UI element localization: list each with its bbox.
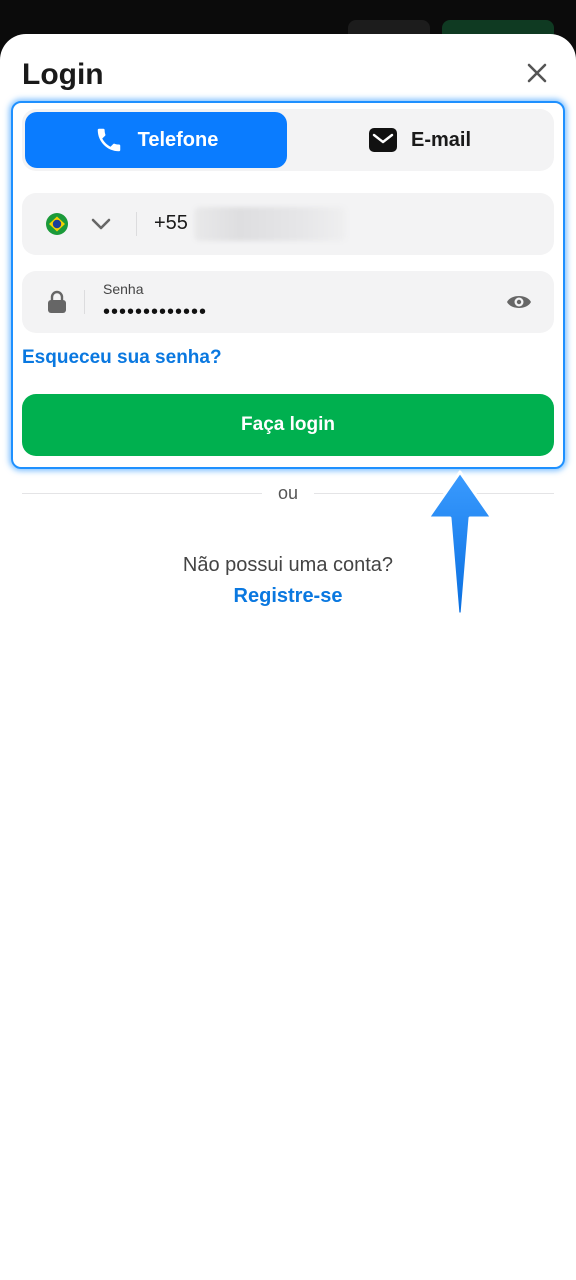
tab-email-label: E-mail xyxy=(410,128,472,151)
field-separator xyxy=(84,290,85,314)
mail-icon xyxy=(368,128,397,152)
close-button[interactable] xyxy=(522,58,552,88)
password-input[interactable]: ••••••••••••• xyxy=(103,301,207,324)
brazil-flag-icon[interactable] xyxy=(46,213,68,235)
phone-icon xyxy=(97,128,120,152)
tab-email[interactable]: E-mail xyxy=(289,112,551,168)
tab-phone[interactable]: Telefone xyxy=(25,112,287,168)
lock-icon xyxy=(46,290,68,314)
eye-icon xyxy=(507,296,531,308)
chevron-down-icon xyxy=(91,218,111,230)
show-password-toggle[interactable] xyxy=(506,291,532,313)
tab-phone-label: Telefone xyxy=(137,128,219,151)
password-label: Senha xyxy=(103,281,144,297)
phone-number-input[interactable] xyxy=(194,207,346,241)
arrow-up-icon xyxy=(426,470,494,616)
login-button[interactable]: Faça login xyxy=(22,394,554,456)
forgot-password-link[interactable]: Esqueceu sua senha? xyxy=(22,347,222,369)
country-dropdown[interactable] xyxy=(90,213,112,235)
divider-text: ou xyxy=(277,483,299,503)
password-field: Senha ••••••••••••• xyxy=(22,271,554,333)
divider-line xyxy=(22,493,262,494)
login-sheet: Login Telefone E-mail +55 Senha ••••••••… xyxy=(0,34,576,1280)
field-separator xyxy=(136,212,137,236)
close-icon xyxy=(527,63,547,83)
phone-field: +55 xyxy=(22,193,554,255)
login-method-tabs: Telefone E-mail xyxy=(22,109,554,171)
phone-prefix: +55 xyxy=(154,212,188,234)
dialog-title: Login xyxy=(22,58,104,91)
